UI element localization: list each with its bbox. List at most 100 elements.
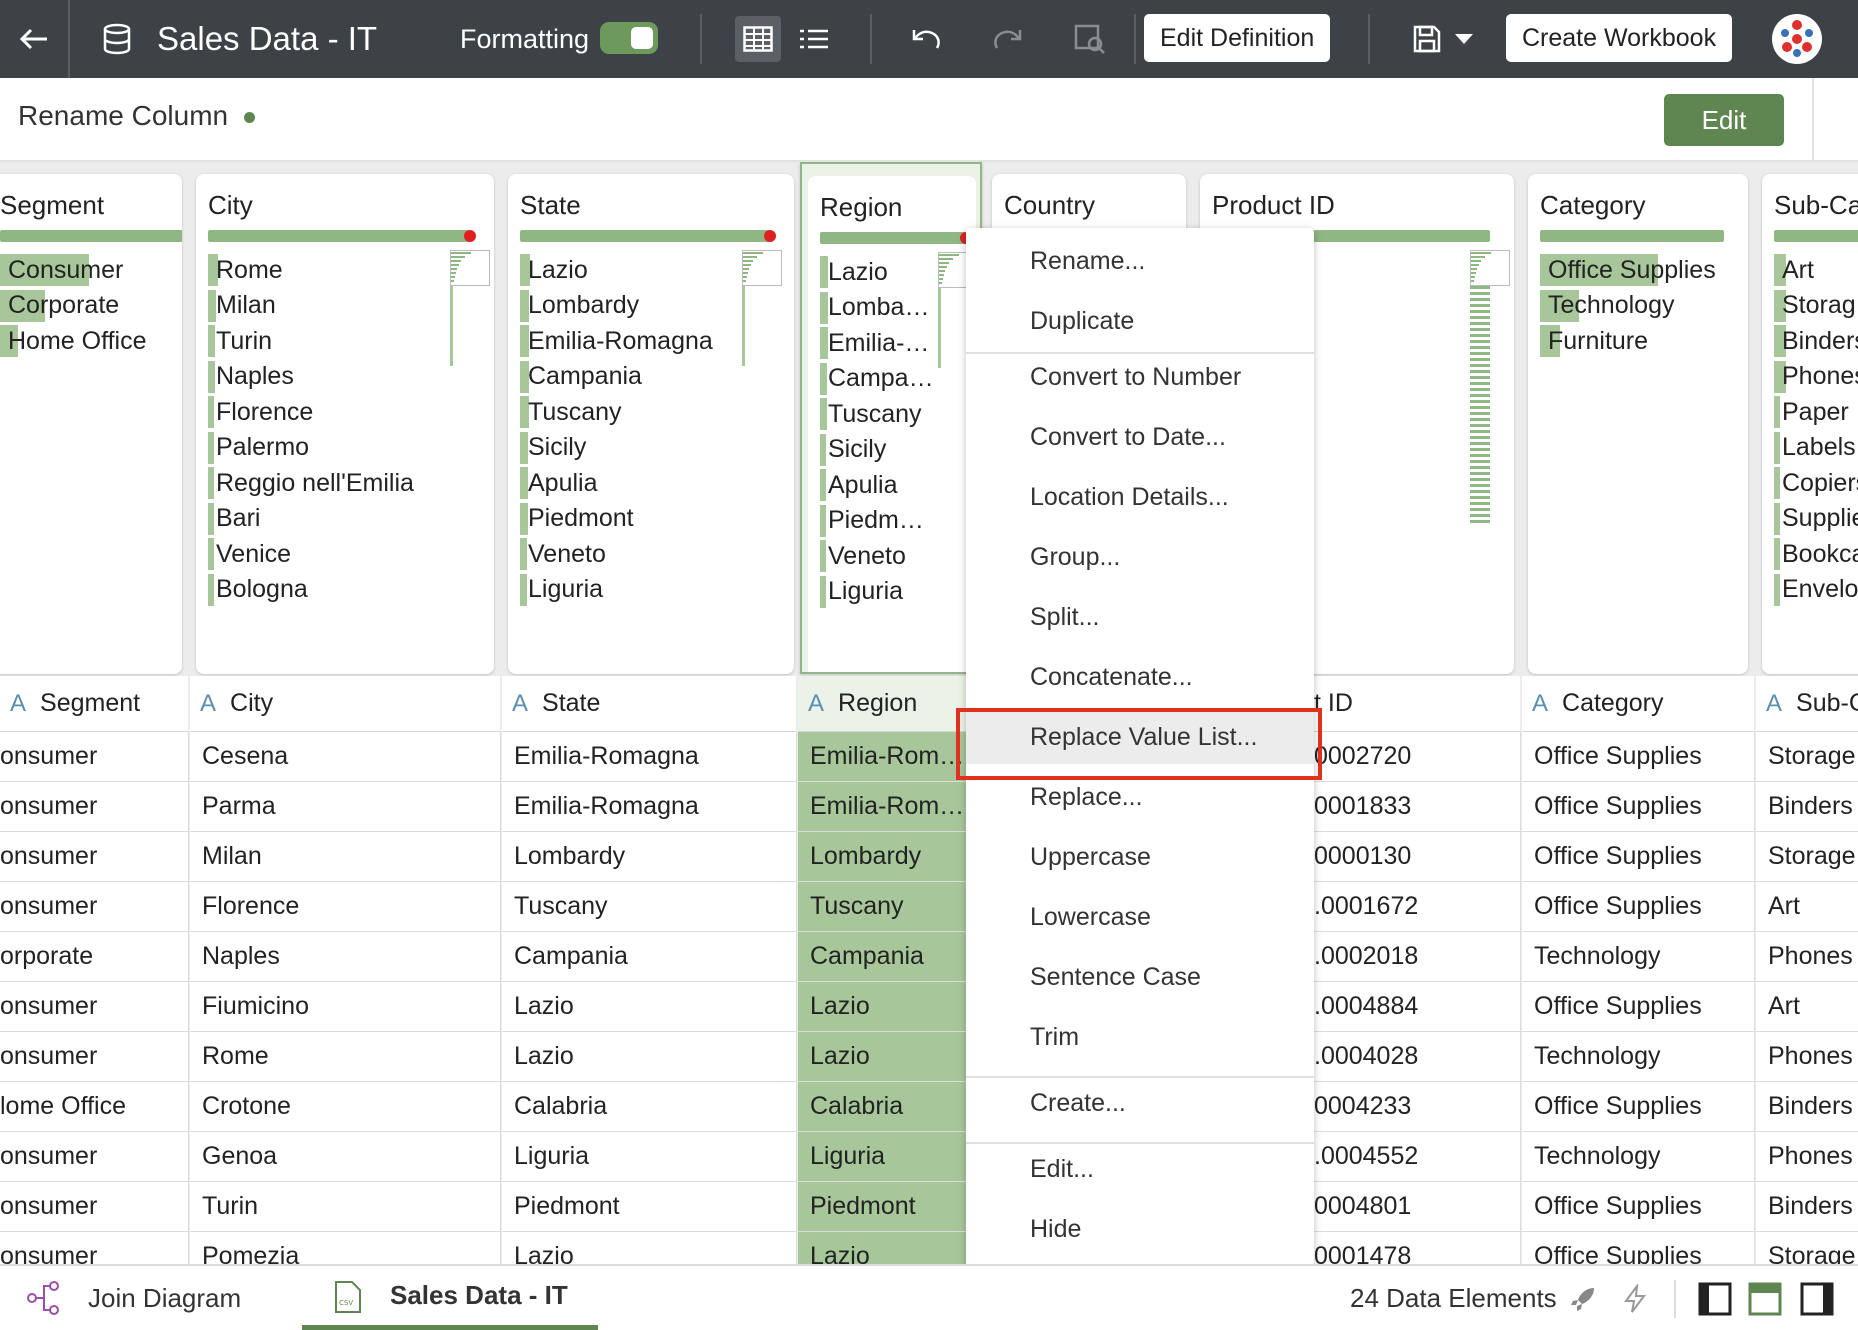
table-cell[interactable]: Rome [190,1032,500,1082]
lightning-button[interactable] [1618,1282,1652,1316]
card-value[interactable]: Bookca [1774,536,1858,572]
table-cell[interactable]: Milan [190,832,500,882]
table-cell[interactable]: Lazio [502,982,796,1032]
table-cell[interactable]: Binders [1756,782,1858,832]
table-cell[interactable]: Office Supplies [1522,1082,1754,1132]
card-value[interactable]: Turin [208,323,272,359]
table-cell[interactable]: Binders [1756,1082,1858,1132]
column-header[interactable]: A State [502,676,796,732]
column-summary-card[interactable]: State Lazio Lombardy Emilia-Romagna Campania… [508,174,794,674]
app-logo[interactable] [1772,14,1822,64]
card-value[interactable]: Paper [1774,394,1849,430]
card-value[interactable]: Emilia-Romagna [520,323,713,359]
table-cell[interactable]: onsumer [0,1032,188,1082]
card-value[interactable]: Florence [208,394,313,430]
column-summary-card[interactable]: City Rome Milan Turin Naples Florence Palermo R… [196,174,494,674]
card-value[interactable]: Phones [1774,359,1858,395]
menu-item[interactable]: Duplicate [966,294,1314,348]
card-value[interactable]: Lombardy [520,288,639,324]
card-value[interactable]: Home Office [0,323,146,359]
table-cell[interactable]: Liguria [798,1132,966,1182]
card-value[interactable]: Art [1774,252,1814,288]
table-cell[interactable]: Campania [798,932,966,982]
table-cell[interactable]: onsumer [0,882,188,932]
table-cell[interactable]: Technology [1522,1032,1754,1082]
card-value[interactable]: Office Supplies [1540,252,1716,288]
menu-item[interactable]: Trim [966,1010,1314,1064]
card-value[interactable]: Sicily [820,432,886,468]
card-value[interactable]: Consumer [0,252,123,288]
menu-item[interactable]: Location Details... [966,470,1314,524]
redo-button[interactable] [988,22,1028,56]
card-value[interactable]: Emilia-… [820,325,929,361]
table-cell[interactable]: Piedmont [502,1182,796,1232]
menu-item[interactable]: Create... [966,1076,1314,1130]
left-panel-button[interactable] [1696,1280,1734,1318]
table-cell[interactable]: Office Supplies [1522,982,1754,1032]
table-cell[interactable]: Lombardy [502,832,796,882]
table-cell[interactable]: Storage [1756,732,1858,782]
table-cell[interactable]: Phones [1756,1032,1858,1082]
preview-button[interactable] [1070,22,1110,56]
column-header[interactable]: A Category [1522,676,1754,732]
save-button[interactable] [1410,22,1444,56]
back-button[interactable] [0,0,70,78]
edit-step-button[interactable]: Edit [1664,94,1784,146]
right-panel-button[interactable] [1798,1280,1836,1318]
table-cell[interactable]: Tuscany [502,882,796,932]
column-header[interactable]: A City [190,676,500,732]
table-cell[interactable]: onsumer [0,1232,188,1264]
menu-item[interactable]: Edit... [966,1142,1314,1196]
formatting-toggle[interactable] [600,22,658,54]
column-summary-card[interactable]: Category Office Supplies Technology Furnitu… [1528,174,1748,674]
card-value[interactable]: Campania [520,359,642,395]
table-cell[interactable]: Technology [1522,1132,1754,1182]
card-value[interactable]: Lomba… [820,290,929,326]
table-cell[interactable]: Florence [190,882,500,932]
card-value[interactable]: Furniture [1540,323,1648,359]
card-value[interactable]: Copiers [1774,465,1858,501]
table-cell[interactable]: Liguria [502,1132,796,1182]
card-value[interactable]: Tuscany [820,396,922,432]
column-header[interactable]: A Segment [0,676,188,732]
card-value[interactable]: Palermo [208,430,309,466]
table-cell[interactable]: onsumer [0,1182,188,1232]
table-cell[interactable]: Turin [190,1182,500,1232]
table-cell[interactable]: Storage [1756,832,1858,882]
table-cell[interactable]: Phones [1756,932,1858,982]
table-cell[interactable]: Emilia-Romagna [502,782,796,832]
menu-item[interactable]: Group... [966,530,1314,584]
table-cell[interactable]: Technology [1522,932,1754,982]
card-value[interactable]: Labels [1774,430,1856,466]
menu-item[interactable]: Sentence Case [966,950,1314,1004]
table-cell[interactable]: Lombardy [798,832,966,882]
table-cell[interactable]: Art [1756,982,1858,1032]
table-cell[interactable]: Parma [190,782,500,832]
tab-join-diagram[interactable]: Join Diagram [88,1266,241,1330]
card-value[interactable]: Venice [208,536,291,572]
table-cell[interactable]: lome Office [0,1082,188,1132]
table-cell[interactable]: Lazio [798,1232,966,1264]
table-cell[interactable]: Calabria [502,1082,796,1132]
undo-button[interactable] [906,22,946,56]
table-cell[interactable]: Piedmont [798,1182,966,1232]
menu-item[interactable]: Uppercase [966,830,1314,884]
card-value[interactable]: Storag [1774,288,1856,324]
table-view-button[interactable] [735,16,781,62]
table-cell[interactable]: onsumer [0,732,188,782]
table-cell[interactable]: onsumer [0,982,188,1032]
card-value[interactable]: Bologna [208,572,308,608]
table-cell[interactable]: Office Supplies [1522,1182,1754,1232]
table-cell[interactable]: Emilia-Rom… [798,782,966,832]
table-cell[interactable]: Office Supplies [1522,732,1754,782]
table-cell[interactable]: Storage [1756,1232,1858,1264]
save-options-dropdown[interactable] [1452,28,1476,50]
menu-item[interactable]: Concatenate... [966,650,1314,704]
card-value[interactable]: Supplie [1774,501,1858,537]
card-value[interactable]: Piedmont [520,501,634,537]
table-cell[interactable]: orporate [0,932,188,982]
table-cell[interactable]: Lazio [502,1032,796,1082]
card-value[interactable]: Tuscany [520,394,622,430]
card-value[interactable]: Rome [208,252,283,288]
card-value[interactable]: Naples [208,359,294,395]
